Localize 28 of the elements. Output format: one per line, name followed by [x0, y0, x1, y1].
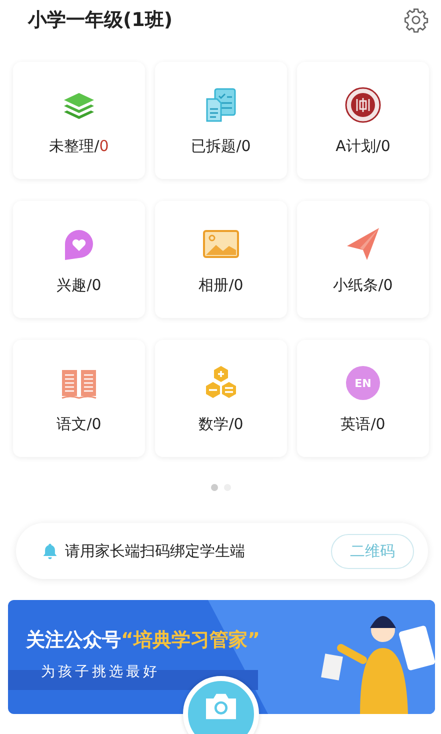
card-label: 已拆题/0 — [191, 137, 251, 156]
category-card[interactable]: 已拆题/0 — [155, 62, 287, 179]
card-label: 小纸条/0 — [333, 276, 393, 295]
card-label: 兴趣/0 — [56, 276, 102, 295]
banner-subline: 为孩子挑选最好 — [40, 663, 161, 681]
category-card[interactable]: 数学/0 — [155, 340, 287, 457]
notice-text: 请用家长端扫码绑定学生端 — [65, 542, 246, 560]
settings-icon[interactable] — [403, 7, 429, 33]
category-card[interactable]: EN 英语/0 — [297, 340, 429, 457]
emblem-icon — [343, 85, 383, 125]
card-label: A计划/0 — [336, 137, 390, 156]
english-badge-icon: EN — [346, 366, 380, 400]
banner-headline: 关注公众号 — [26, 629, 121, 651]
card-label: 英语/0 — [340, 415, 386, 434]
card-label: 数学/0 — [198, 415, 244, 434]
category-card[interactable]: 兴趣/0 — [13, 201, 145, 318]
class-title: 小学一年级(1班) — [28, 8, 173, 33]
category-card[interactable]: 相册/0 — [155, 201, 287, 318]
card-label: 未整理/0 — [49, 137, 109, 156]
category-card[interactable]: 未整理/0 — [13, 62, 145, 179]
category-card[interactable]: 小纸条/0 — [297, 201, 429, 318]
banner-brand: “培典学习管家” — [121, 629, 260, 651]
promo-banner[interactable]: 关注公众号“培典学习管家” 为孩子挑选最好 — [8, 600, 435, 714]
category-card[interactable]: A计划/0 — [297, 62, 429, 179]
category-card[interactable]: 语文/0 — [13, 340, 145, 457]
card-label: 相册/0 — [198, 276, 244, 295]
bell-icon — [41, 542, 59, 560]
card-label: 语文/0 — [56, 415, 102, 434]
